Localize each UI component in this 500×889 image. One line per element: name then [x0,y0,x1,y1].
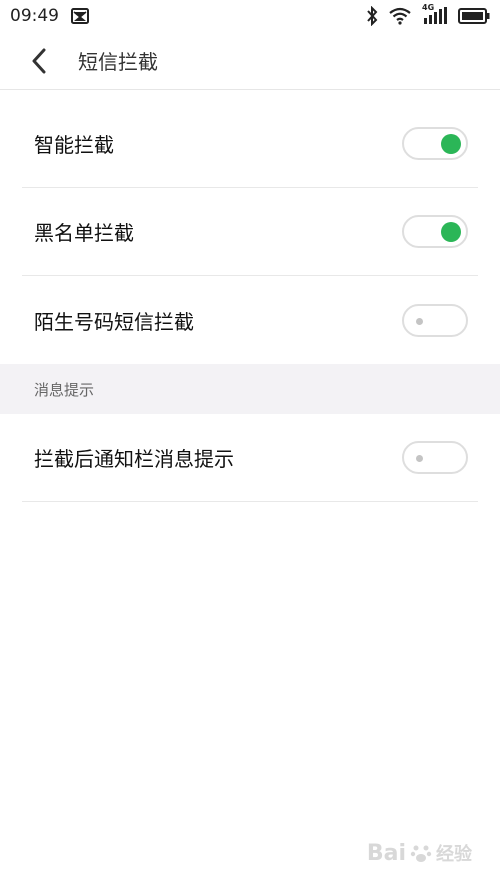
network-type-label: 4G [422,3,435,12]
notification-tip-toggle[interactable] [402,441,468,474]
section-title: 消息提示 [34,380,95,399]
stranger-sms-block-toggle[interactable] [402,303,468,337]
app-header: 短信拦截 [0,32,500,90]
setting-row-stranger-sms-block[interactable]: 陌生号码短信拦截 [22,276,478,364]
blacklist-block-toggle[interactable] [402,215,468,248]
paw-icon [410,842,432,864]
back-button[interactable] [0,32,78,90]
toggle-knob-on [441,134,461,154]
signal-icon: 4G [422,3,448,25]
wifi-icon [388,7,412,25]
section-header-message-tips: 消息提示 [0,364,500,414]
status-bar: 09:49 4G [0,0,500,32]
status-time: 09:49 [10,6,59,26]
battery-icon [458,8,490,24]
setting-row-notification-tip[interactable]: 拦截后通知栏消息提示 [22,414,478,502]
settings-list: 智能拦截 黑名单拦截 陌生号码短信拦截 消息提示 拦截后通知栏消息提示 [0,100,500,502]
setting-row-smart-block[interactable]: 智能拦截 [22,100,478,188]
watermark: Bai 经验 [367,840,472,866]
page-title: 短信拦截 [78,50,158,74]
smart-block-toggle[interactable] [402,127,468,160]
setting-label: 拦截后通知栏消息提示 [34,447,234,471]
setting-label: 黑名单拦截 [34,221,134,245]
watermark-suffix: 经验 [436,844,472,865]
toggle-knob-off [416,455,423,462]
chevron-left-icon [31,48,47,74]
watermark-text: Bai [366,840,406,866]
status-right: 4G [366,3,490,26]
setting-label: 智能拦截 [34,133,114,157]
bluetooth-icon [366,6,378,26]
setting-row-blacklist-block[interactable]: 黑名单拦截 [22,188,478,276]
status-left: 09:49 [10,6,89,26]
setting-label: 陌生号码短信拦截 [34,309,194,334]
toggle-knob-off [416,317,423,325]
toggle-knob-on [441,222,461,242]
notification-icon [71,8,89,24]
